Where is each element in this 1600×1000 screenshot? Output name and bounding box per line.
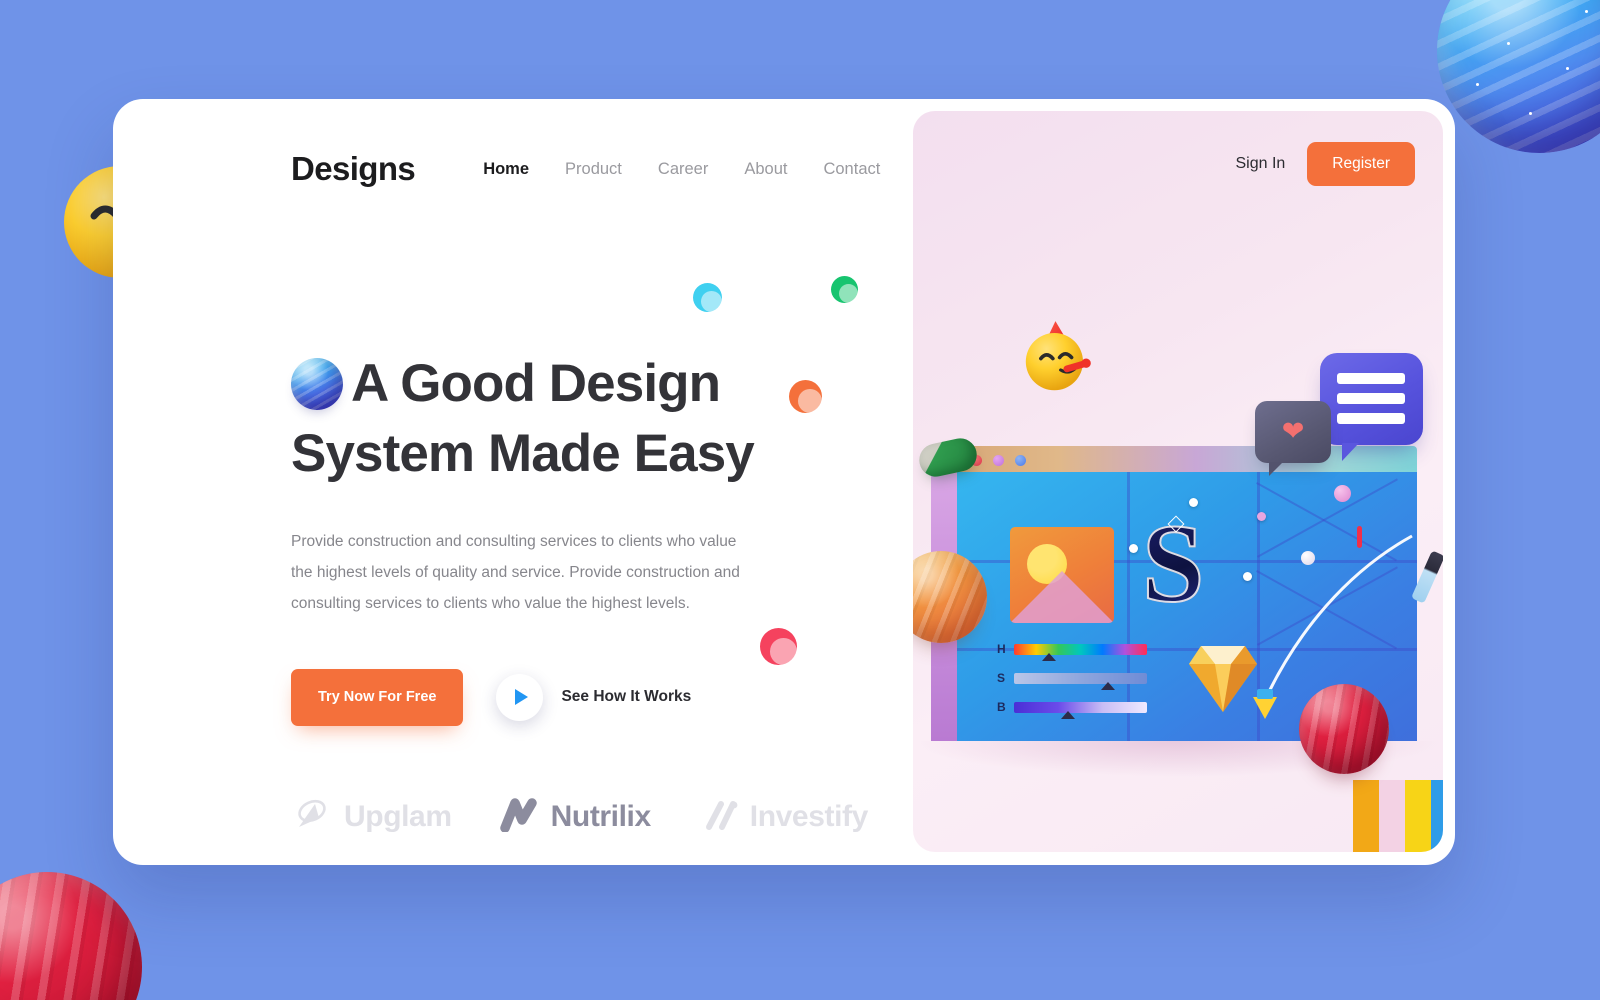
- red-sphere-decor: [0, 872, 142, 1000]
- hero-illustration-panel: Sign In Register ❤ S H S B: [913, 111, 1443, 852]
- vector-anchor-point: [1129, 544, 1138, 553]
- primary-nav: Home Product Career About Contact: [483, 160, 880, 179]
- swatch-blue: [1431, 780, 1443, 852]
- vector-anchor-point: [1257, 512, 1266, 521]
- logo-nutrilix[interactable]: Nutrilix: [499, 798, 652, 837]
- partner-logos-row: Upglam Nutrilix Investify: [291, 794, 913, 841]
- blue-planet-icon: [291, 358, 343, 410]
- heart-icon: ❤: [1281, 415, 1305, 446]
- vector-anchor-point: [1189, 498, 1198, 507]
- decor-dot-cyan: [693, 283, 722, 312]
- logo-upglam-label: Upglam: [344, 800, 452, 834]
- hsb-color-sliders: H S B: [997, 642, 1147, 729]
- color-swatch-bars: [1353, 780, 1443, 852]
- artboard-image-tile: [1010, 527, 1114, 623]
- party-face-emoji-illustration: [1018, 319, 1096, 397]
- logo-investify[interactable]: Investify: [699, 798, 868, 837]
- register-button[interactable]: Register: [1307, 142, 1415, 186]
- chat-bubble-heart-icon: ❤: [1255, 401, 1331, 476]
- titlebar-dot-purple: [993, 455, 1004, 466]
- planet-swoosh-icon: [291, 794, 333, 841]
- pen-tool-icon: [1253, 689, 1277, 719]
- nav-item-about[interactable]: About: [744, 160, 787, 179]
- headline-line-2: System Made Easy: [291, 424, 755, 484]
- slider-track-b[interactable]: [1014, 701, 1147, 713]
- headline-line-1: A Good Design: [351, 354, 721, 413]
- slider-track-h[interactable]: [1014, 643, 1147, 655]
- slider-track-s[interactable]: [1014, 672, 1147, 684]
- double-slash-icon: [699, 798, 739, 837]
- nav-item-contact[interactable]: Contact: [823, 160, 880, 179]
- see-how-it-works-label: See How It Works: [561, 688, 692, 706]
- slider-row-s: S: [997, 671, 1147, 690]
- page-title: A Good Design System Made Easy: [291, 349, 851, 490]
- try-now-for-free-button[interactable]: Try Now For Free: [291, 668, 464, 726]
- blue-planet-sphere-decor: [1437, 0, 1600, 153]
- logo-investify-label: Investify: [749, 800, 869, 834]
- slider-row-b: B: [997, 700, 1147, 719]
- titlebar-dot-blue: [1015, 455, 1026, 466]
- navbar: Designs Home Product Career About Contac…: [291, 147, 913, 191]
- cta-row: Try Now For Free See How It Works: [291, 668, 913, 726]
- slider-row-h: H: [997, 642, 1147, 661]
- logo-upglam[interactable]: Upglam: [291, 794, 452, 841]
- play-icon[interactable]: [496, 673, 544, 721]
- swatch-yellow: [1405, 780, 1431, 852]
- see-how-it-works-button[interactable]: See How It Works: [496, 673, 692, 721]
- account-actions: Sign In Register: [913, 142, 1415, 186]
- swatch-pink: [1379, 780, 1405, 852]
- slider-label-h: H: [997, 642, 1006, 656]
- hero-subcopy: Provide construction and consulting serv…: [291, 532, 740, 612]
- nav-item-product[interactable]: Product: [565, 160, 622, 179]
- slider-thumb-h[interactable]: [1042, 653, 1056, 661]
- mini-ball-white: [1301, 551, 1315, 565]
- nav-item-career[interactable]: Career: [658, 160, 708, 179]
- nav-item-home[interactable]: Home: [483, 160, 529, 179]
- landing-page-card: Designs Home Product Career About Contac…: [113, 99, 1455, 865]
- mountain-shape: [1010, 571, 1114, 623]
- slider-label-s: S: [997, 671, 1006, 685]
- hero-left-column: Designs Home Product Career About Contac…: [113, 99, 913, 865]
- decor-dot-green: [831, 276, 858, 303]
- brand-logo[interactable]: Designs: [291, 150, 416, 188]
- slider-thumb-b[interactable]: [1061, 711, 1075, 719]
- mini-ball-pink: [1334, 485, 1351, 502]
- slider-label-b: B: [997, 700, 1006, 714]
- swatch-orange: [1353, 780, 1379, 852]
- decor-dot-orange: [789, 380, 822, 413]
- decor-dot-pink: [760, 628, 797, 665]
- slider-thumb-s[interactable]: [1101, 682, 1115, 690]
- zigzag-n-icon: [499, 798, 540, 837]
- hero-text-block: A Good Design System Made Easy Provide c…: [291, 349, 913, 841]
- sign-in-link[interactable]: Sign In: [1235, 155, 1285, 173]
- red-striped-sphere-decor: [1299, 684, 1389, 774]
- chat-bubble-large-icon: [1320, 353, 1423, 461]
- logo-nutrilix-label: Nutrilix: [550, 800, 652, 834]
